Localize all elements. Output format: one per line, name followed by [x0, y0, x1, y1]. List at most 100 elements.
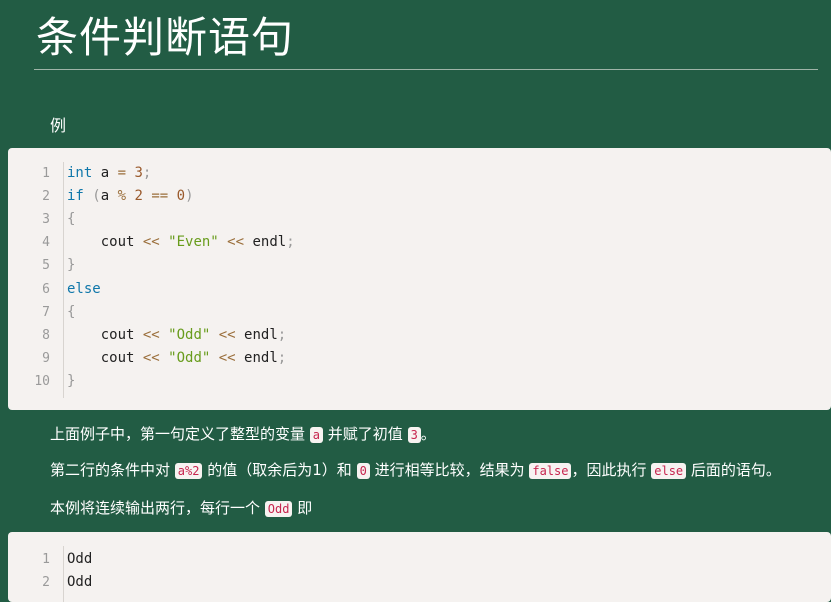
line-number: 10 — [34, 373, 50, 389]
code-line: 4 cout << "Even" << endl; — [8, 231, 831, 254]
line-number: 7 — [42, 304, 50, 320]
code-text: cout << "Odd" << endl; — [67, 347, 287, 370]
code-token: ; — [142, 165, 152, 181]
code-token: cout — [67, 349, 143, 366]
inline-code: Odd — [264, 501, 293, 517]
line-number: 8 — [42, 327, 50, 343]
code-token: endl — [235, 326, 278, 343]
code-token: "Even" — [168, 234, 219, 251]
code-token: else — [67, 280, 101, 297]
text: ，因此执行 — [571, 461, 652, 479]
code-text: if (a % 2 == 0) — [67, 185, 194, 208]
line-number: 2 — [42, 575, 50, 590]
code-token: << — [227, 234, 245, 251]
output-line: 1 Odd — [8, 548, 831, 571]
code-token: ; — [277, 326, 287, 343]
code-token: ; — [277, 349, 287, 366]
code-token: << — [142, 349, 160, 366]
code-text: } — [67, 370, 75, 393]
code-token: a — [100, 188, 118, 205]
code-line: 10} — [8, 370, 831, 393]
line-number: 2 — [42, 189, 50, 205]
example-label: 例 — [50, 116, 67, 135]
code-line: 1 int a = 3; — [8, 162, 831, 185]
title-divider — [34, 69, 818, 70]
code-token: cout — [67, 234, 143, 251]
code-token: { — [67, 211, 76, 228]
code-token: ) — [185, 188, 194, 205]
code-token: << — [218, 349, 236, 366]
text: 的值（取余后为1）和 — [202, 461, 357, 479]
code-token: "Odd" — [168, 349, 211, 366]
code-token: = — [117, 165, 127, 181]
inline-code: false — [529, 463, 572, 479]
code-token: 0 — [176, 188, 186, 205]
code-token: } — [67, 257, 76, 274]
page-title: 条件判断语句 — [36, 13, 295, 62]
code-token: == — [151, 188, 169, 205]
code-token: if — [67, 188, 84, 205]
text: 上面例子中，第一句定义了整型的变量 — [50, 425, 310, 443]
code-token: << — [142, 234, 160, 251]
code-line: 5} — [8, 254, 831, 277]
inline-code: a — [309, 427, 324, 443]
line-number: 9 — [42, 350, 50, 366]
line-number: 4 — [42, 235, 50, 251]
code-text: cout << "Odd" << endl; — [67, 324, 287, 347]
output-text: Odd — [67, 574, 93, 590]
code-token: endl — [244, 234, 287, 251]
code-token: 3 — [134, 165, 143, 181]
code-text: cout << "Even" << endl; — [67, 231, 295, 254]
code-text: } — [67, 254, 75, 277]
code-text: int a = 3; — [67, 162, 151, 185]
inline-code: 3 — [407, 427, 421, 443]
code-token: a — [92, 165, 118, 181]
output-line: 2 Odd — [8, 571, 831, 594]
code-token: int — [67, 165, 93, 181]
code-token: } — [67, 372, 76, 389]
line-number: 5 — [42, 258, 50, 274]
code-line: 8 cout << "Odd" << endl; — [8, 324, 831, 347]
code-token: endl — [235, 349, 278, 366]
text: 。 — [420, 425, 436, 443]
code-token: % — [117, 188, 127, 205]
code-line: 3{ — [8, 208, 831, 231]
inline-code: 0 — [356, 463, 370, 479]
code-line: 2 if (a % 2 == 0) — [8, 185, 831, 208]
output-text: Odd — [67, 551, 93, 567]
code-block-example: 1 int a = 3; 2 if (a % 2 == 0) 3{4 cout << "… — [8, 148, 831, 410]
code-text: { — [67, 301, 75, 324]
code-token: ; — [286, 234, 295, 251]
text: 进行相等比较，结果为 — [369, 461, 530, 479]
inline-code: a%2 — [174, 463, 203, 479]
code-token: ( — [92, 188, 101, 205]
code-block-output: 1 Odd 2 Odd — [8, 532, 831, 602]
code-token: << — [142, 326, 160, 343]
code-token: cout — [67, 326, 143, 343]
code-token: 2 — [134, 188, 143, 205]
line-number: 1 — [42, 166, 50, 181]
code-token: "Odd" — [168, 326, 211, 343]
line-number: 6 — [42, 281, 50, 297]
paragraph-variable-definition: 上面例子中，第一句定义了整型的变量 a 并赋了初值 3。 — [50, 423, 436, 446]
text: 第二行的条件中对 — [50, 461, 175, 479]
text: 即 — [292, 499, 313, 517]
code-line: 7{ — [8, 301, 831, 324]
text: 本例将连续输出两行，每行一个 — [50, 499, 265, 517]
code-token: { — [67, 303, 76, 320]
code-line: 9 cout << "Odd" << endl; — [8, 347, 831, 370]
code-token: << — [218, 326, 236, 343]
paragraph-condition-explanation: 第二行的条件中对 a%2 的值（取余后为1）和 0 进行相等比较，结果为 fal… — [50, 459, 781, 482]
code-text: { — [67, 208, 75, 231]
text: 并赋了初值 — [323, 425, 408, 443]
paragraph-output-description: 本例将连续输出两行，每行一个 Odd 即 — [50, 497, 312, 520]
code-line: 6 else — [8, 278, 831, 301]
text: 后面的语句。 — [686, 461, 781, 479]
